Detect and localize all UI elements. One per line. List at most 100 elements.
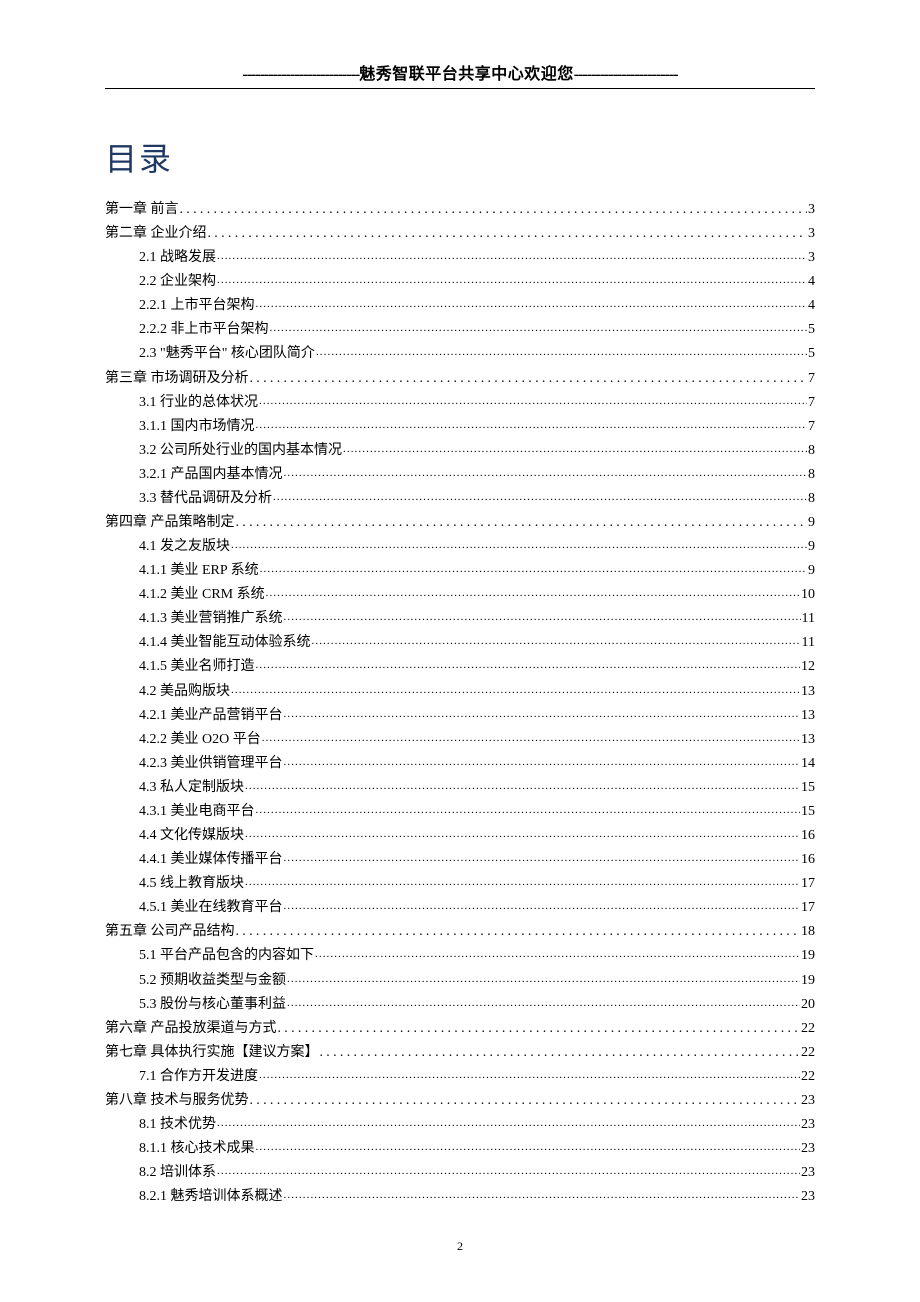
toc-entry-leader: ........................................… [236, 920, 801, 944]
toc-container: 第一章 前言..................................… [105, 198, 815, 1209]
toc-entry-page: 15 [801, 776, 815, 800]
toc-entry-label: 3.2.1 产品国内基本情况 [139, 463, 283, 487]
toc-entry-label: 第四章 产品策略制定 [105, 511, 235, 535]
toc-entry-leader: ........................................… [208, 222, 808, 246]
toc-entry-leader: ........................................… [284, 608, 801, 627]
toc-entry: 2.2 企业架构................................… [139, 270, 815, 294]
toc-entry: 第一章 前言..................................… [105, 198, 815, 222]
toc-entry-leader: ........................................… [260, 560, 807, 579]
toc-entry-page: 7 [808, 391, 815, 415]
toc-entry-leader: ........................................… [273, 488, 807, 507]
toc-entry: 4.5.1 美业在线教育平台..........................… [139, 896, 815, 920]
toc-entry-page: 8 [808, 439, 815, 463]
toc-entry: 4.2.2 美业 O2O 平台.........................… [139, 728, 815, 752]
toc-entry-page: 8 [808, 487, 815, 511]
toc-entry: 4.2.3 美业供销管理平台..........................… [139, 752, 815, 776]
toc-entry-leader: ........................................… [270, 319, 808, 338]
toc-entry-label: 4.1.5 美业名师打造 [139, 655, 255, 679]
toc-entry: 4.1.3 美业营销推广系统..........................… [139, 607, 815, 631]
toc-entry-page: 9 [808, 511, 815, 535]
toc-entry-leader: ........................................… [262, 729, 800, 748]
toc-title: 目录 [105, 134, 815, 180]
toc-entry-leader: ........................................… [245, 873, 800, 892]
toc-entry-page: 23 [801, 1185, 815, 1209]
header-prefix-dashes: --------------------------- [242, 66, 359, 83]
toc-entry: 3.2.1 产品国内基本情况..........................… [139, 463, 815, 487]
toc-entry: 第七章 具体执行实施【建议方案】........................… [105, 1041, 815, 1065]
toc-entry-leader: ........................................… [284, 849, 801, 868]
page-header: ---------------------------魅秀智联平台共享中心欢迎您… [105, 60, 815, 84]
toc-entry-page: 12 [801, 655, 815, 679]
toc-entry-leader: ........................................… [217, 1114, 800, 1133]
toc-entry-label: 4.1.3 美业营销推广系统 [139, 607, 283, 631]
toc-entry-page: 4 [808, 294, 815, 318]
toc-entry-page: 13 [801, 680, 815, 704]
toc-entry: 第六章 产品投放渠道与方式...........................… [105, 1017, 815, 1041]
toc-entry-leader: ........................................… [256, 416, 808, 435]
toc-entry-leader: ........................................… [284, 897, 801, 916]
toc-entry-leader: ........................................… [245, 777, 800, 796]
toc-entry-label: 4.2.2 美业 O2O 平台 [139, 728, 261, 752]
toc-entry-leader: ........................................… [284, 753, 801, 772]
toc-entry-label: 4.1.2 美业 CRM 系统 [139, 583, 265, 607]
toc-entry-page: 3 [808, 246, 815, 270]
toc-entry-label: 8.2.1 魅秀培训体系概述 [139, 1185, 283, 1209]
toc-entry: 8.1.1 核心技术成果............................… [139, 1137, 815, 1161]
toc-entry-leader: ........................................… [284, 464, 808, 483]
toc-entry: 4.1.5 美业名师打造............................… [139, 655, 815, 679]
toc-entry-leader: ........................................… [245, 825, 800, 844]
toc-entry: 第四章 产品策略制定..............................… [105, 511, 815, 535]
toc-entry-page: 11 [802, 631, 815, 655]
toc-entry-page: 17 [801, 896, 815, 920]
toc-entry-page: 22 [801, 1065, 815, 1089]
toc-entry: 2.1 战略发展................................… [139, 246, 815, 270]
header-suffix-dashes: ------------------------ [574, 66, 678, 83]
toc-entry-label: 第七章 具体执行实施【建议方案】 [105, 1041, 319, 1065]
toc-entry-label: 2.2.2 非上市平台架构 [139, 318, 269, 342]
toc-entry-page: 22 [801, 1017, 815, 1041]
toc-entry: 4.3.1 美业电商平台............................… [139, 800, 815, 824]
toc-entry-label: 3.2 公司所处行业的国内基本情况 [139, 439, 342, 463]
toc-entry: 3.1.1 国内市场情况............................… [139, 415, 815, 439]
toc-entry-page: 11 [802, 607, 815, 631]
toc-entry: 4.1.1 美业 ERP 系统.........................… [139, 559, 815, 583]
toc-entry-page: 5 [808, 318, 815, 342]
toc-entry-leader: ........................................… [284, 705, 801, 724]
toc-entry-label: 5.2 预期收益类型与金额 [139, 969, 286, 993]
toc-entry-leader: ........................................… [287, 994, 800, 1013]
toc-entry-label: 4.4.1 美业媒体传播平台 [139, 848, 283, 872]
toc-entry-page: 9 [808, 535, 815, 559]
toc-entry-leader: ........................................… [287, 970, 800, 989]
toc-entry-label: 第六章 产品投放渠道与方式 [105, 1017, 277, 1041]
page-number: 2 [105, 1239, 815, 1254]
toc-entry-label: 8.2 培训体系 [139, 1161, 216, 1185]
toc-entry-label: 第三章 市场调研及分析 [105, 367, 249, 391]
toc-entry-label: 4.2 美品购版块 [139, 680, 230, 704]
toc-entry: 5.3 股份与核心董事利益...........................… [139, 993, 815, 1017]
toc-entry-page: 9 [808, 559, 815, 583]
toc-entry-leader: ........................................… [180, 198, 808, 222]
toc-entry-label: 8.1.1 核心技术成果 [139, 1137, 255, 1161]
toc-entry-page: 19 [801, 969, 815, 993]
toc-entry-page: 3 [808, 198, 815, 222]
toc-entry-leader: ........................................… [315, 945, 800, 964]
toc-entry: 第八章 技术与服务优势.............................… [105, 1089, 815, 1113]
toc-entry-label: 2.1 战略发展 [139, 246, 216, 270]
toc-entry: 5.2 预期收益类型与金额...........................… [139, 969, 815, 993]
toc-entry-page: 14 [801, 752, 815, 776]
toc-entry-page: 23 [801, 1113, 815, 1137]
toc-entry-label: 5.1 平台产品包含的内容如下 [139, 944, 314, 968]
toc-entry-label: 4.4 文化传媒版块 [139, 824, 244, 848]
toc-entry-label: 2.3 "魅秀平台" 核心团队简介 [139, 342, 315, 366]
toc-entry-label: 4.3.1 美业电商平台 [139, 800, 255, 824]
toc-entry: 8.1 技术优势................................… [139, 1113, 815, 1137]
toc-entry-label: 7.1 合作方开发进度 [139, 1065, 258, 1089]
toc-entry-page: 7 [808, 415, 815, 439]
toc-entry-page: 23 [801, 1089, 815, 1113]
toc-entry: 4.2.1 美业产品营销平台..........................… [139, 704, 815, 728]
toc-entry-leader: ........................................… [259, 1066, 800, 1085]
toc-entry-page: 16 [801, 824, 815, 848]
toc-entry: 4.4 文化传媒版块..............................… [139, 824, 815, 848]
toc-entry-page: 7 [808, 367, 815, 391]
toc-entry-leader: ........................................… [256, 295, 808, 314]
